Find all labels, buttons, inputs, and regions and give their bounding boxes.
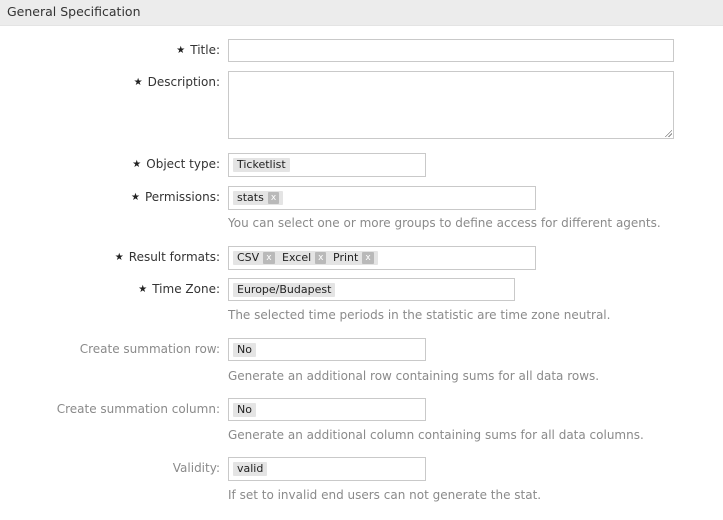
resize-handle-icon[interactable] <box>664 129 672 137</box>
permissions-help: You can select one or more groups to def… <box>228 216 661 230</box>
result-formats-multiselect[interactable]: CSV x Excel x Print x <box>228 246 536 270</box>
permissions-row: ★ Permissions: stats x <box>0 186 723 210</box>
result-formats-row: ★ Result formats: CSV x Excel x Print x <box>0 246 723 270</box>
remove-token-icon[interactable]: x <box>315 252 327 264</box>
general-specification-panel: General Specification ★ Title: ★ Descripti… <box>0 0 723 520</box>
time-zone-label: ★ Time Zone: <box>138 282 220 296</box>
validity-help: If set to invalid end users can not gene… <box>228 488 542 502</box>
summation-column-select[interactable]: No <box>228 398 426 421</box>
time-zone-value: Europe/Budapest <box>233 283 336 297</box>
remove-token-icon[interactable]: x <box>267 192 280 204</box>
required-star-icon: ★ <box>176 45 186 56</box>
result-format-token: Print x <box>329 251 378 265</box>
remove-token-icon[interactable]: x <box>362 252 374 264</box>
summation-row-label: Create summation row: <box>79 342 220 356</box>
description-textarea[interactable] <box>228 71 674 139</box>
object-type-value: Ticketlist <box>233 158 290 172</box>
time-zone-row: ★ Time Zone: Europe/Budapest <box>0 278 723 301</box>
required-star-icon: ★ <box>114 252 124 263</box>
summation-row-select[interactable]: No <box>228 338 426 361</box>
section-title: General Specification <box>7 4 141 19</box>
validity-value: valid <box>233 462 268 476</box>
title-label-text: Title: <box>190 43 220 57</box>
result-format-token-label: Excel <box>282 251 312 264</box>
validity-select[interactable]: valid <box>228 457 426 481</box>
object-type-label-text: Object type: <box>146 157 220 171</box>
summation-column-label: Create summation column: <box>56 402 220 416</box>
permission-token: stats x <box>233 191 284 205</box>
validity-row: Validity: valid <box>0 457 723 481</box>
summation-column-row: Create summation column: No <box>0 398 723 421</box>
result-formats-label: ★ Result formats: <box>115 250 220 264</box>
title-row: ★ Title: <box>0 39 723 62</box>
summation-row-value: No <box>233 343 256 357</box>
description-label-text: Description: <box>147 75 220 89</box>
remove-token-icon[interactable]: x <box>263 252 275 264</box>
title-label: ★ Title: <box>176 43 220 57</box>
result-format-token: CSV x <box>233 251 279 265</box>
result-format-token-label: CSV <box>237 251 260 264</box>
required-star-icon: ★ <box>133 77 143 88</box>
summation-row-row: Create summation row: No <box>0 338 723 361</box>
object-type-select[interactable]: Ticketlist <box>228 153 426 177</box>
required-star-icon: ★ <box>132 159 142 170</box>
object-type-row: ★ Object type: Ticketlist <box>0 153 723 177</box>
summation-column-help: Generate an additional column containing… <box>228 428 644 442</box>
result-formats-label-text: Result formats: <box>128 250 220 264</box>
result-format-token-label: Print <box>333 251 359 264</box>
time-zone-help: The selected time periods in the statist… <box>228 308 611 322</box>
result-format-token: Excel x <box>278 251 331 265</box>
summation-column-value: No <box>233 403 256 417</box>
required-star-icon: ★ <box>131 192 140 203</box>
time-zone-label-text: Time Zone: <box>152 282 220 296</box>
description-row: ★ Description: <box>0 71 723 139</box>
required-star-icon: ★ <box>138 284 148 295</box>
object-type-label: ★ Object type: <box>132 157 220 171</box>
permissions-label-text: Permissions: <box>144 190 220 204</box>
permission-token-label: stats <box>237 191 264 204</box>
title-input[interactable] <box>228 39 674 62</box>
permissions-label: ★ Permissions: <box>131 190 220 204</box>
validity-label: Validity: <box>172 461 220 475</box>
time-zone-select[interactable]: Europe/Budapest <box>228 278 515 301</box>
section-header: General Specification <box>0 0 723 26</box>
description-label: ★ Description: <box>134 75 220 89</box>
summation-row-help: Generate an additional row containing su… <box>228 369 600 383</box>
permissions-multiselect[interactable]: stats x <box>228 186 536 210</box>
